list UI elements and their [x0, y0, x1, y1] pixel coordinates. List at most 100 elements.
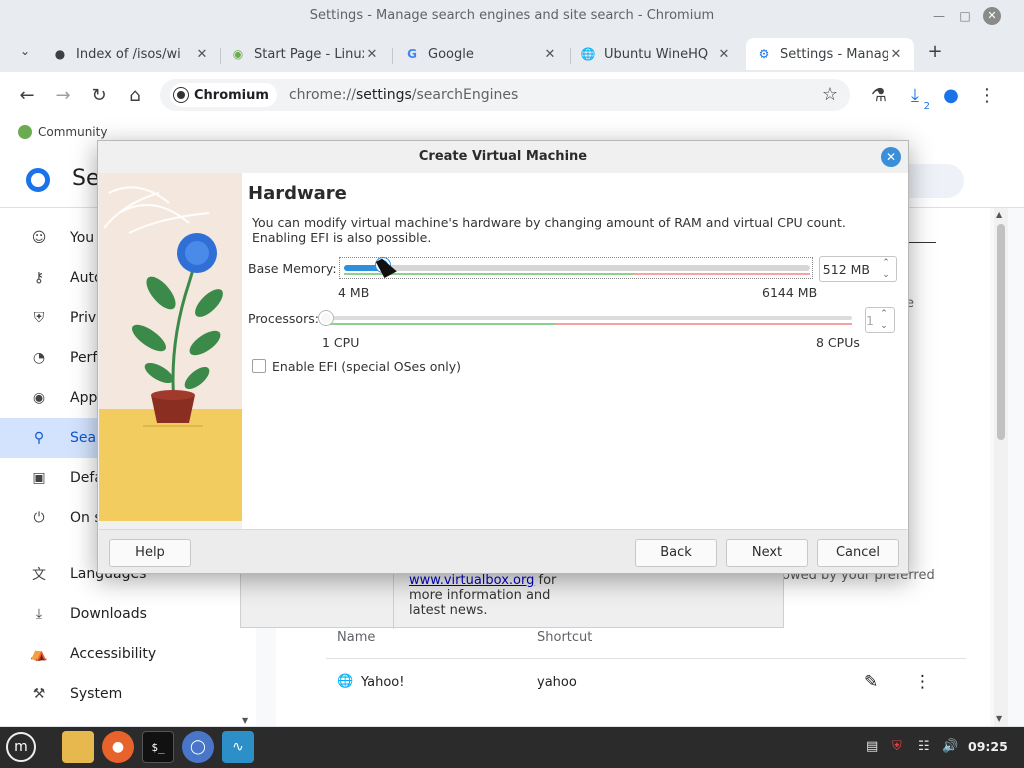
- back-button[interactable]: Back: [635, 539, 717, 567]
- network-icon[interactable]: ☷: [918, 739, 930, 754]
- spin-up-icon[interactable]: ⌃: [877, 308, 891, 320]
- close-tab-icon[interactable]: ✕: [888, 47, 904, 62]
- flower-pot-illustration: [99, 173, 242, 521]
- palette-icon: ◉: [32, 390, 46, 406]
- shield-icon: ⛨: [33, 310, 45, 326]
- new-tab-icon[interactable]: +: [922, 38, 948, 64]
- tab-ubuntu-winehq[interactable]: 🌐 Ubuntu WineHQ ✕: [570, 38, 742, 70]
- close-tab-icon[interactable]: ✕: [364, 47, 380, 62]
- translate-icon: 文: [32, 567, 46, 583]
- tab-index-isos[interactable]: ● Index of /isos/wi ✕: [42, 38, 220, 70]
- column-header-shortcut: Shortcut: [537, 630, 593, 645]
- home-icon[interactable]: ⌂: [122, 82, 148, 108]
- site-chip[interactable]: Chromium: [170, 83, 277, 107]
- description-line: Enabling EFI is also possible.: [252, 230, 432, 245]
- wrench-icon: ⚒: [32, 686, 46, 702]
- close-window-icon[interactable]: ✕: [983, 7, 1001, 25]
- back-arrow-icon[interactable]: ←: [14, 82, 40, 108]
- hardware-page: Hardware You can modify virtual machine'…: [242, 173, 908, 529]
- close-tab-icon[interactable]: ✕: [542, 47, 558, 62]
- cancel-button[interactable]: Cancel: [817, 539, 899, 567]
- scroll-down-icon[interactable]: ▼: [996, 714, 1002, 723]
- welcome-text-line: more information and: [409, 588, 551, 603]
- help-button[interactable]: Help: [109, 539, 191, 567]
- processors-track: [326, 316, 852, 320]
- key-icon: ⚷: [33, 270, 45, 286]
- volume-icon[interactable]: 🔊: [942, 739, 958, 754]
- close-tab-icon[interactable]: ✕: [716, 47, 732, 62]
- forward-arrow-icon[interactable]: →: [50, 82, 76, 108]
- tab-title: Settings - Manag: [780, 46, 888, 62]
- spin-up-icon[interactable]: ⌃: [879, 257, 893, 269]
- sidebar-item-system[interactable]: ⚒ System: [0, 674, 256, 714]
- virtualbox-link[interactable]: www.virtualbox.org: [409, 573, 534, 588]
- processors-value: 1: [866, 313, 874, 328]
- accessibility-icon: ⛺: [30, 646, 48, 662]
- sidebar-scroll-down-icon[interactable]: ▼: [242, 716, 248, 725]
- virtualbox-welcome-panel: www.virtualbox.org for more information …: [240, 572, 784, 629]
- settings-title: Se: [72, 166, 100, 191]
- search-engine-name: Yahoo!: [361, 675, 405, 690]
- search-engine-shortcut: yahoo: [537, 675, 577, 690]
- processors-slider-handle[interactable]: [319, 311, 333, 325]
- scroll-up-icon[interactable]: ▲: [996, 210, 1002, 219]
- wizard-illustration: [99, 173, 242, 521]
- cpu-safe-zone: [326, 323, 556, 325]
- clipboard-icon[interactable]: ▤: [866, 739, 878, 754]
- profile-avatar-icon[interactable]: ●: [938, 82, 964, 108]
- next-button[interactable]: Next: [726, 539, 808, 567]
- divider: [908, 242, 936, 243]
- reload-icon[interactable]: ↻: [86, 82, 112, 108]
- base-memory-spinbox[interactable]: 512 MB ⌃ ⌄: [819, 256, 897, 282]
- address-bar[interactable]: Chromium chrome://settings/searchEngines…: [160, 79, 850, 111]
- globe-icon: 🌐: [337, 674, 354, 689]
- tab-title: Start Page - Linux: [254, 46, 364, 62]
- bookmark-community[interactable]: Community: [38, 125, 107, 139]
- bookmark-star-icon[interactable]: ☆: [822, 84, 838, 105]
- base-memory-label: Base Memory:: [248, 261, 337, 276]
- sidebar-item-accessibility[interactable]: ⛺ Accessibility: [0, 634, 256, 674]
- scrollbar-thumb[interactable]: [997, 224, 1005, 440]
- spin-down-icon[interactable]: ⌄: [877, 320, 891, 332]
- download-icon: ⤓: [35, 606, 43, 622]
- enable-efi-checkbox[interactable]: [252, 359, 266, 373]
- tab-google[interactable]: G Google ✕: [394, 38, 568, 70]
- maximize-icon[interactable]: □: [956, 7, 974, 25]
- files-folder-icon[interactable]: [62, 731, 94, 763]
- firefox-icon[interactable]: ●: [102, 731, 134, 763]
- chromium-logo-icon: [174, 88, 188, 102]
- tab-settings[interactable]: ⚙ Settings - Manag ✕: [746, 38, 914, 70]
- shield-update-icon[interactable]: ⛨: [892, 739, 902, 754]
- processors-spinbox[interactable]: 1 ⌃ ⌄: [865, 307, 895, 333]
- sidebar-item-downloads[interactable]: ⤓ Downloads: [0, 594, 256, 634]
- terminal-icon[interactable]: $_: [142, 731, 174, 763]
- browser-icon: ▣: [32, 470, 46, 486]
- tab-title: Index of /isos/wi: [76, 46, 181, 62]
- chromium-taskbar-icon[interactable]: ◯: [182, 731, 214, 763]
- clock[interactable]: 09:25: [968, 739, 1008, 754]
- tab-start-page[interactable]: ◉ Start Page - Linux ✕: [220, 38, 390, 70]
- tab-search-chevron-icon[interactable]: ⌄: [12, 38, 38, 64]
- site-chip-label: Chromium: [194, 87, 269, 103]
- page-description: You can modify virtual machine's hardwar…: [252, 215, 892, 245]
- more-actions-icon[interactable]: ⋮: [914, 672, 931, 692]
- minimize-icon[interactable]: —: [930, 7, 948, 25]
- spin-down-icon[interactable]: ⌄: [879, 269, 893, 281]
- menu-kebab-icon[interactable]: ⋮: [974, 82, 1000, 108]
- downloads-icon[interactable]: ⤓ 2: [902, 82, 930, 113]
- dialog-close-icon[interactable]: ✕: [881, 147, 901, 167]
- url-text[interactable]: chrome://settings/searchEngines: [289, 87, 518, 103]
- person-icon: ☺: [31, 230, 47, 246]
- cpu-warn-zone: [556, 323, 852, 325]
- labs-flask-icon[interactable]: ⚗: [866, 82, 892, 108]
- globe-icon: 🌐: [580, 47, 596, 61]
- page-scrollbar[interactable]: ▲ ▼: [994, 208, 1008, 726]
- divider: [393, 573, 394, 629]
- mint-menu-icon[interactable]: m: [6, 732, 36, 762]
- enable-efi-label[interactable]: Enable EFI (special OSes only): [272, 359, 461, 374]
- cpu-min-label: 1 CPU: [322, 335, 360, 350]
- system-monitor-icon[interactable]: ∿: [222, 731, 254, 763]
- mint-icon: [18, 125, 32, 139]
- close-tab-icon[interactable]: ✕: [194, 47, 210, 62]
- edit-pencil-icon[interactable]: ✎: [864, 672, 878, 692]
